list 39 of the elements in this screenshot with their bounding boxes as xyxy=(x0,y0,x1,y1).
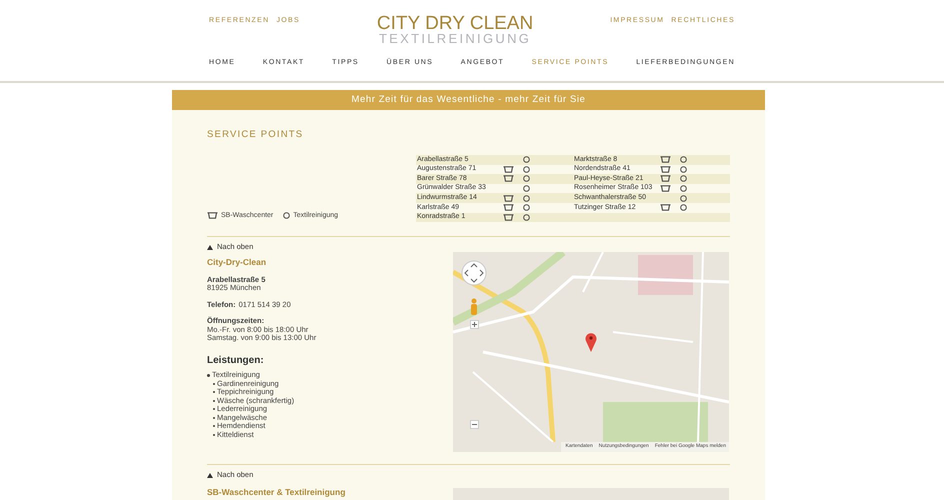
circle-icon xyxy=(680,156,686,164)
banner: Mehr Zeit für das Wesentliche - mehr Zeit für Sie xyxy=(172,90,765,110)
zoom-out-icon[interactable] xyxy=(470,420,479,429)
washbasin-icon xyxy=(502,204,514,212)
logo-title: CITY DRY CLEAN xyxy=(376,14,534,33)
logo-subtitle: TEXTILREINIGUNG xyxy=(378,33,532,45)
circle-icon xyxy=(680,185,686,192)
zoom-in-icon[interactable] xyxy=(470,320,479,329)
circle-icon xyxy=(522,194,530,202)
circle-icon xyxy=(680,166,686,173)
circle-icon xyxy=(680,175,686,182)
services-title: Leistungen: xyxy=(207,356,265,365)
washbasin-icon xyxy=(502,214,514,221)
circle-icon xyxy=(680,194,686,202)
pan-control-icon[interactable] xyxy=(461,260,487,286)
circle-icon xyxy=(522,214,530,221)
washbasin-icon xyxy=(660,185,670,192)
washbasin-icon xyxy=(207,212,218,220)
washbasin-icon xyxy=(502,175,514,182)
circle-icon xyxy=(680,204,686,212)
bullet-icon xyxy=(207,374,210,377)
store-name: SB-Waschcenter & Textilreinigung xyxy=(207,486,346,499)
circle-icon xyxy=(283,212,290,220)
circle-icon xyxy=(522,156,530,164)
washbasin-icon xyxy=(660,156,670,164)
washbasin-icon xyxy=(502,166,514,173)
up-triangle-icon xyxy=(207,244,213,250)
washbasin-icon xyxy=(502,194,514,202)
circle-icon xyxy=(522,204,530,212)
circle-icon xyxy=(522,185,530,192)
up-triangle-icon xyxy=(207,472,213,478)
section-title: SERVICE POINTS xyxy=(207,128,304,140)
map-pin-icon xyxy=(585,332,597,352)
circle-icon xyxy=(522,175,530,182)
washbasin-icon xyxy=(660,204,670,212)
washbasin-icon xyxy=(660,166,670,173)
store-name: City-Dry-Clean xyxy=(207,258,268,266)
circle-icon xyxy=(522,166,530,173)
washbasin-icon xyxy=(660,175,670,182)
